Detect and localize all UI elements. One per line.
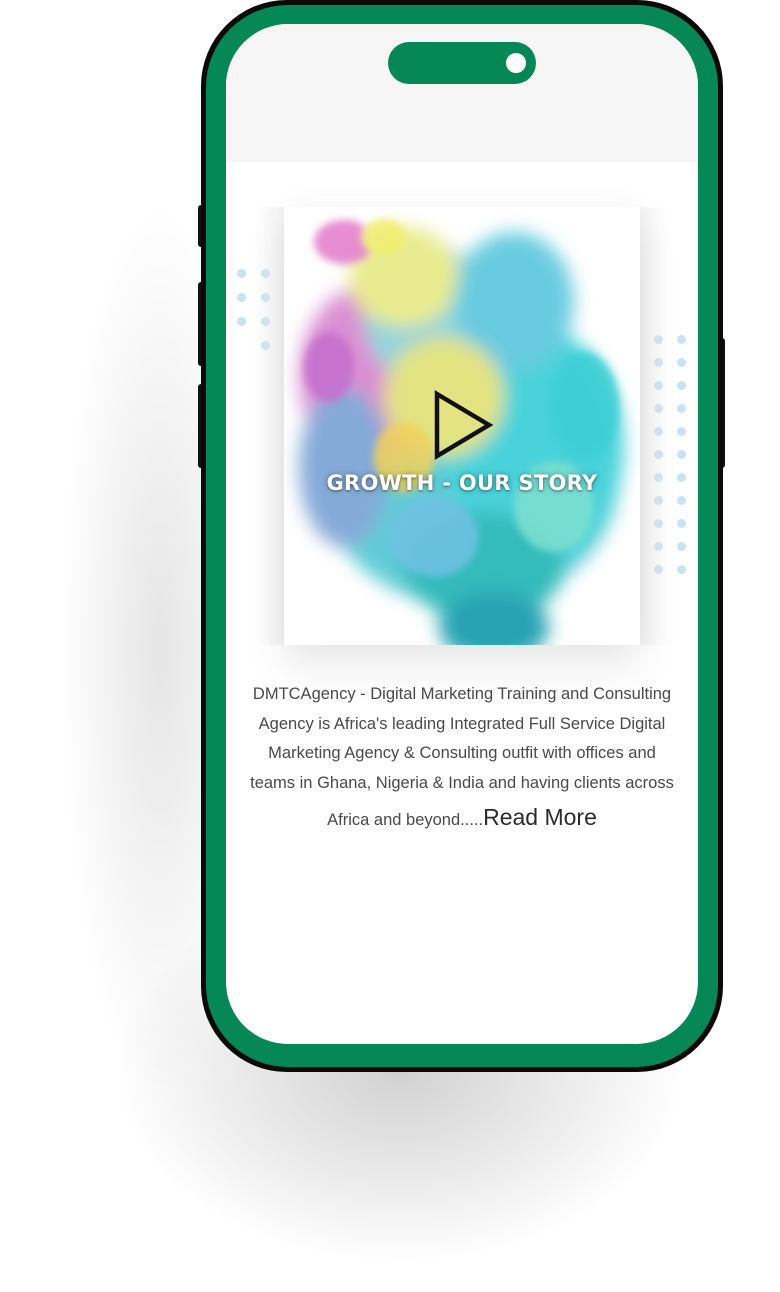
phone-screen: GROWTH - OUR STORY DMTCAgency - Digital … [226,24,698,1044]
about-description: DMTCAgency - Digital Marketing Training … [246,680,678,836]
phone-device: GROWTH - OUR STORY DMTCAgency - Digital … [201,0,723,1072]
read-more-link[interactable]: Read More [483,804,597,830]
camera-dot-icon [506,53,526,73]
phone-frame: GROWTH - OUR STORY DMTCAgency - Digital … [206,5,718,1067]
card-edge-shade-right [640,207,670,645]
mockup-stage: GROWTH - OUR STORY DMTCAgency - Digital … [0,0,780,1292]
dynamic-island [388,42,536,84]
video-thumbnail-card[interactable]: GROWTH - OUR STORY [284,207,640,645]
status-bar-area [226,24,698,162]
play-icon[interactable] [432,390,494,460]
about-description-text: DMTCAgency - Digital Marketing Training … [250,685,674,829]
video-title: GROWTH - OUR STORY [326,471,598,495]
card-edge-shade-left [254,207,284,645]
